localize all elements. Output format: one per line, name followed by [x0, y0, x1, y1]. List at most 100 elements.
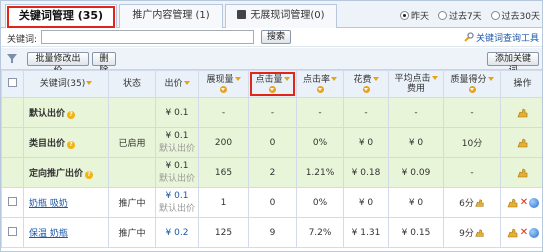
sort-icon — [487, 77, 494, 81]
action-toolbar: 批量修改出价 删除 添加关键词 — [1, 48, 542, 76]
tab-promotion-content[interactable]: 推广内容管理 (1) — [119, 4, 223, 28]
row-bid-note: 默认出价 — [158, 174, 195, 184]
radio-unchecked — [437, 11, 447, 20]
column-action: 操作 — [500, 70, 542, 98]
quality-hand-icon[interactable] — [474, 227, 485, 239]
column-ctr[interactable]: 点击率 — [296, 70, 344, 98]
row-cost: ¥ 0.18 — [343, 157, 389, 188]
keyword-query-tool-link[interactable]: 关键词查询工具 — [464, 31, 539, 44]
row-name: 默认出价 — [29, 109, 66, 119]
keyword-manager-panel: 关键词管理 (35) 推广内容管理 (1) 无展现词管理(0) 昨天 过去7天 … — [0, 0, 543, 252]
row-bid[interactable]: ¥ 0.1 — [166, 191, 189, 201]
row-impressions: 200 — [198, 127, 249, 158]
radio-unchecked — [490, 11, 500, 20]
row-clicks: 9 — [248, 217, 297, 248]
delete-icon[interactable]: ✕ — [520, 227, 528, 238]
sort-desc-icon — [269, 86, 276, 93]
row-quality: 9分 — [459, 228, 474, 239]
row-avg-cpc: ¥ 0 — [388, 187, 444, 218]
row-impressions: - — [198, 97, 249, 128]
row-status: 推广中 — [108, 187, 156, 218]
row-clicks: 0 — [248, 127, 297, 158]
edit-hand-icon[interactable] — [516, 167, 529, 179]
sort-icon — [372, 77, 379, 81]
row-quality: - — [443, 157, 501, 188]
search-row: 关键词: 搜索 关键词查询工具 — [1, 28, 542, 47]
help-icon[interactable]: ? — [67, 111, 76, 119]
keyword-table: 关键词(35) 状态 出价 展现量 点击量 点击率 花费 平均点击 费用 质量得分… — [1, 70, 542, 248]
period-selector: 昨天 过去7天 过去30天 — [394, 9, 540, 22]
row-status: 推广中 — [108, 217, 156, 248]
edit-hand-icon[interactable] — [506, 227, 519, 239]
globe-icon[interactable] — [529, 197, 540, 208]
row-bid[interactable]: ¥ 0.1 — [166, 108, 189, 118]
globe-icon[interactable] — [529, 227, 540, 238]
keyword-link[interactable]: 保温 奶瓶 — [29, 229, 68, 239]
row-checkbox[interactable] — [8, 226, 17, 236]
row-bid[interactable]: ¥ 0.2 — [166, 228, 189, 238]
row-bid[interactable]: ¥ 0.1 — [166, 161, 189, 171]
row-impressions: 125 — [198, 217, 249, 248]
sort-icon — [234, 77, 241, 81]
column-avg-cpc[interactable]: 平均点击 费用 — [388, 70, 444, 98]
row-ctr: 0% — [296, 187, 344, 218]
sort-desc-icon — [220, 86, 227, 93]
column-clicks[interactable]: 点击量 — [248, 70, 297, 98]
column-cost[interactable]: 花费 — [343, 70, 389, 98]
row-cost: ¥ 0 — [343, 187, 389, 218]
help-icon[interactable]: ? — [67, 141, 76, 149]
edit-hand-icon[interactable] — [506, 197, 519, 209]
select-all-cell — [1, 70, 24, 98]
add-keyword-button[interactable]: 添加关键词 — [487, 52, 539, 76]
column-keyword[interactable]: 关键词(35) — [23, 70, 109, 98]
help-icon[interactable]: ? — [85, 171, 94, 179]
row-clicks: 0 — [248, 187, 297, 218]
keyword-search-input[interactable] — [41, 30, 254, 44]
highlight-box — [7, 6, 115, 28]
sort-icon — [86, 81, 93, 85]
table-row-targeted-bid: 定向推广出价? ¥ 0.1 默认出价 165 2 1.21% ¥ 0.18 ¥ 0… — [1, 157, 542, 188]
row-status: 已启用 — [108, 127, 156, 158]
sort-desc-icon — [362, 86, 370, 93]
row-cost: ¥ 0 — [343, 127, 389, 158]
table-row-default-bid: 默认出价? ¥ 0.1 - - - - - - — [1, 97, 542, 128]
column-impressions[interactable]: 展现量 — [198, 70, 249, 98]
delete-button[interactable]: 删除 — [92, 52, 116, 76]
filter-icon[interactable] — [6, 53, 18, 64]
keyword-link[interactable]: 奶瓶 吸奶 — [29, 199, 68, 209]
table-row: 保温 奶瓶 推广中 ¥ 0.2 125 9 7.2% ¥ 1.31 ¥ 0.15… — [1, 217, 542, 248]
period-option-yesterday[interactable]: 昨天 — [400, 9, 429, 22]
row-quality: 10分 — [443, 127, 501, 158]
tab-keyword-management[interactable]: 关键词管理 (35) — [5, 4, 117, 29]
row-quality: 6分 — [459, 198, 474, 209]
row-avg-cpc: ¥ 0 — [388, 127, 444, 158]
edit-hand-icon[interactable] — [516, 107, 529, 119]
delete-icon[interactable]: ✕ — [520, 197, 528, 208]
table-row-category-bid: 类目出价? 已启用 ¥ 0.1 默认出价 200 0 0% ¥ 0 ¥ 0 10分 — [1, 127, 542, 158]
row-cost: ¥ 1.31 — [343, 217, 389, 248]
column-bid[interactable]: 出价 — [155, 70, 199, 98]
tab-no-impression-words[interactable]: 无展现词管理(0) — [225, 4, 337, 28]
row-quality: - — [443, 97, 501, 128]
sort-desc-icon — [316, 86, 324, 93]
row-bid[interactable]: ¥ 0.1 — [166, 131, 189, 141]
row-impressions: 165 — [198, 157, 249, 188]
wrench-icon — [464, 32, 474, 42]
period-option-7days[interactable]: 过去7天 — [437, 9, 482, 22]
row-avg-cpc: ¥ 0.09 — [388, 157, 444, 188]
row-impressions: 1 — [198, 187, 249, 218]
column-quality[interactable]: 质量得分 — [443, 70, 501, 98]
sort-desc-icon — [468, 86, 476, 93]
select-all-checkbox[interactable] — [8, 78, 17, 87]
row-clicks: 2 — [248, 157, 297, 188]
table-row: 奶瓶 吸奶 推广中 ¥ 0.1 默认出价 1 0 0% ¥ 0 ¥ 0 6分 ✕ — [1, 187, 542, 218]
row-checkbox[interactable] — [8, 196, 17, 206]
search-button[interactable]: 搜索 — [261, 30, 291, 44]
batch-edit-bid-button[interactable]: 批量修改出价 — [27, 52, 89, 76]
row-clicks: - — [248, 97, 297, 128]
quality-hand-icon[interactable] — [474, 197, 485, 209]
row-ctr: - — [296, 97, 344, 128]
trash-icon — [237, 10, 247, 19]
period-option-30days[interactable]: 过去30天 — [490, 9, 540, 22]
edit-hand-icon[interactable] — [516, 137, 529, 149]
